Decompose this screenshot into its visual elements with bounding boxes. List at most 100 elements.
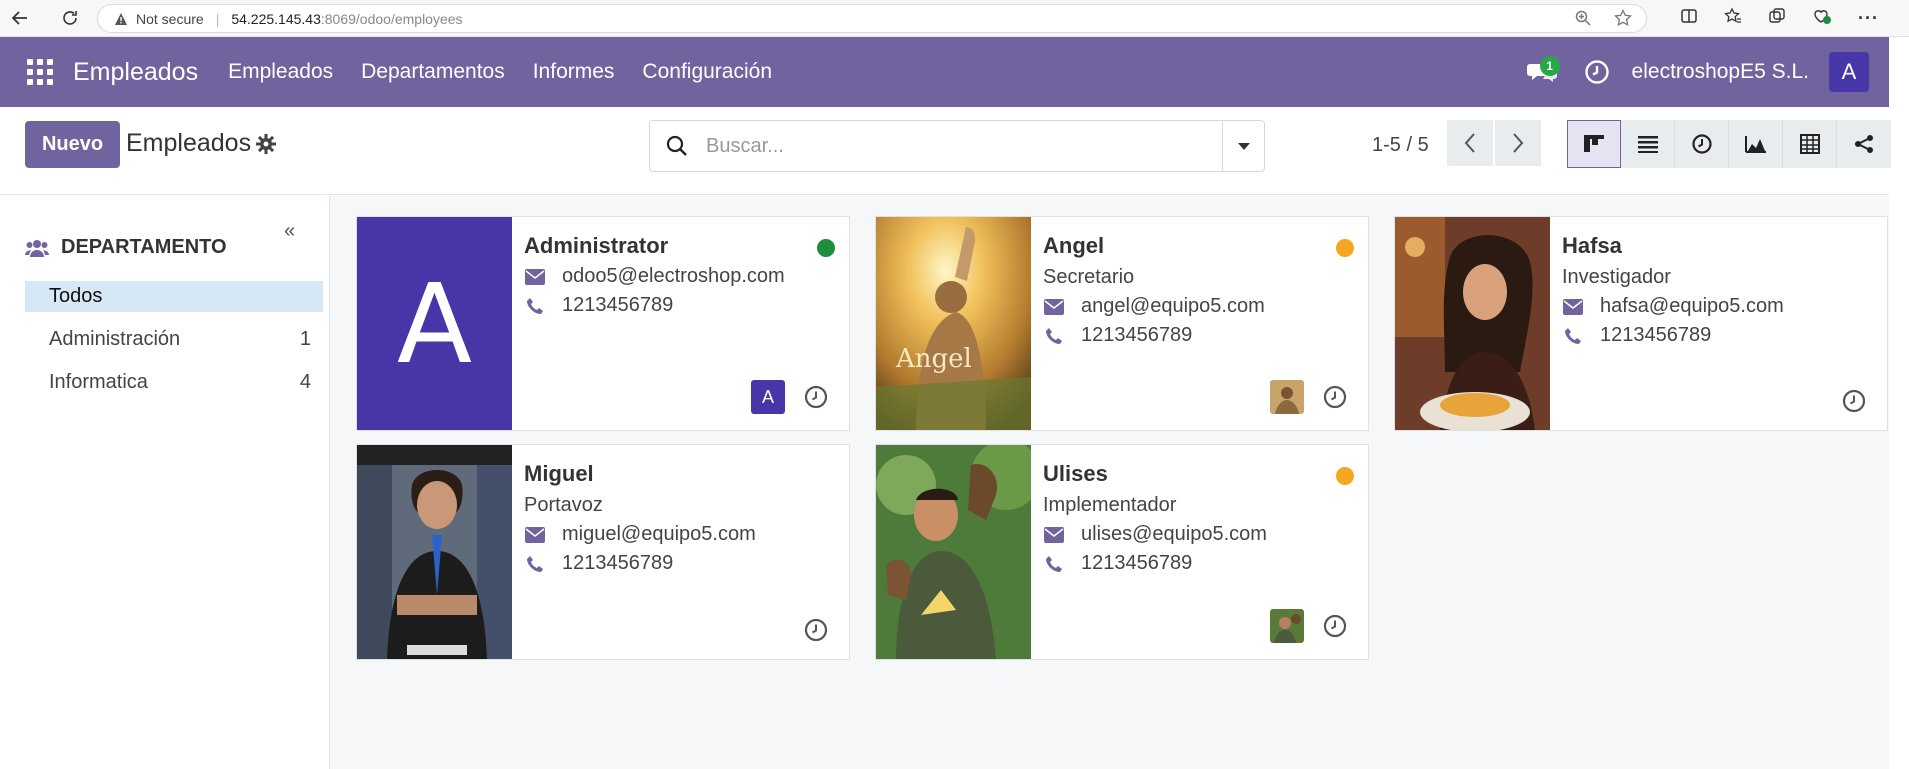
presence-status-dot: [817, 239, 835, 257]
kanban-icon: [1584, 135, 1604, 152]
not-secure-label: Not secure: [136, 10, 204, 27]
back-icon[interactable]: [0, 0, 40, 37]
activity-clock-icon[interactable]: [803, 384, 829, 410]
employee-card-administrator[interactable]: A Administrator odoo5@electroshop.com 12…: [356, 216, 850, 431]
employee-email: angel@equipo5.com: [1081, 295, 1265, 317]
employee-photo: [1395, 217, 1550, 430]
employee-card-miguel[interactable]: Miguel Portavoz miguel@equipo5.com 12134…: [356, 444, 850, 660]
department-heading: DEPARTAMENTO: [61, 236, 227, 258]
presence-status-dot: [1336, 239, 1354, 257]
activity-clock-icon[interactable]: [803, 617, 829, 643]
employee-phone: 1213456789: [1081, 324, 1193, 346]
new-button[interactable]: Nuevo: [25, 121, 120, 168]
activity-clock-icon[interactable]: [1841, 388, 1867, 414]
menu-departamentos[interactable]: Departamentos: [361, 60, 505, 84]
menu-empleados[interactable]: Empleados: [228, 60, 333, 84]
activity-clock-icon[interactable]: [1322, 613, 1348, 639]
employee-email: miguel@equipo5.com: [562, 523, 756, 545]
user-avatar[interactable]: A: [1829, 52, 1869, 92]
phone-icon: [1562, 326, 1584, 346]
department-label: Administración: [49, 328, 181, 350]
employee-job: Investigador: [1562, 266, 1671, 288]
search-options-toggle[interactable]: [1222, 121, 1264, 171]
main-content: « DEPARTAMENTO Todos Administración 1 In…: [0, 196, 1889, 769]
zoom-icon[interactable]: [1574, 9, 1592, 30]
department-label: Todos: [49, 285, 103, 307]
chevron-right-icon: [1513, 133, 1524, 153]
users-icon: [25, 239, 49, 257]
view-switcher: [1567, 120, 1891, 168]
pager-next[interactable]: [1495, 120, 1541, 166]
list-view-button[interactable]: [1621, 120, 1675, 168]
company-switcher[interactable]: electroshopE5 S.L.: [1632, 60, 1809, 84]
split-screen-icon[interactable]: [1680, 7, 1698, 30]
employee-job: Secretario: [1043, 266, 1135, 288]
employee-card-angel[interactable]: Angel Angel Secretario angel@equipo5.com…: [875, 216, 1369, 431]
control-panel: Nuevo Empleados 1-5 / 5: [0, 107, 1891, 195]
employee-phone: 1213456789: [1600, 324, 1712, 346]
manager-avatar[interactable]: A: [751, 380, 785, 414]
menu-informes[interactable]: Informes: [533, 60, 615, 84]
activity-view-button[interactable]: [1675, 120, 1729, 168]
chat-button[interactable]: 1: [1522, 52, 1562, 92]
activity-clock-icon[interactable]: [1584, 59, 1610, 85]
department-panel: « DEPARTAMENTO Todos Administración 1 In…: [0, 196, 330, 769]
app-name[interactable]: Empleados: [73, 58, 198, 87]
pivot-view-button[interactable]: [1783, 120, 1837, 168]
table-icon: [1799, 134, 1820, 154]
phone-icon: [524, 296, 546, 316]
envelope-icon: [1562, 297, 1584, 317]
pager-value[interactable]: 1-5 / 5: [1372, 134, 1429, 157]
phone-icon: [524, 554, 546, 574]
collapse-panel-icon[interactable]: «: [284, 220, 295, 243]
collections-icon[interactable]: [1768, 7, 1786, 30]
employee-card-ulises[interactable]: Ulises Implementador ulises@equipo5.com …: [875, 444, 1369, 660]
employee-email: hafsa@equipo5.com: [1600, 295, 1784, 317]
url-host: 54.225.145.43: [231, 10, 321, 27]
envelope-icon: [524, 525, 546, 545]
department-count: 1: [299, 328, 311, 350]
photo-letter: A: [396, 259, 473, 388]
manager-avatar[interactable]: [1270, 609, 1304, 643]
caret-down-icon: [1237, 143, 1250, 150]
apps-menu-icon[interactable]: [27, 59, 53, 85]
activity-clock-icon[interactable]: [1322, 384, 1348, 410]
pager-previous[interactable]: [1447, 120, 1493, 166]
more-icon[interactable]: ···: [1858, 8, 1879, 29]
envelope-icon: [1043, 525, 1065, 545]
employee-photo: A: [357, 217, 512, 430]
favorites-icon[interactable]: [1724, 7, 1742, 30]
hierarchy-view-button[interactable]: [1837, 120, 1891, 168]
page-title: Empleados: [126, 129, 252, 157]
menu-configuracion[interactable]: Configuración: [642, 60, 772, 84]
employee-name: Angel: [1043, 233, 1105, 258]
phone-icon: [1043, 326, 1065, 346]
department-item-informatica[interactable]: Informatica 4: [25, 367, 323, 398]
employee-name: Ulises: [1043, 461, 1108, 486]
employee-card-hafsa[interactable]: Hafsa Investigador hafsa@equipo5.com 121…: [1394, 216, 1888, 431]
employee-job: Implementador: [1043, 494, 1177, 516]
department-count: 4: [299, 371, 311, 393]
department-item-todos[interactable]: Todos: [25, 281, 323, 312]
employee-phone: 1213456789: [1081, 552, 1193, 574]
kanban-view-button[interactable]: [1567, 120, 1621, 168]
photo-caption: Angel: [895, 344, 972, 374]
search-input[interactable]: [706, 134, 1196, 158]
manager-avatar[interactable]: [1270, 380, 1304, 414]
department-item-administracion[interactable]: Administración 1: [25, 324, 323, 355]
gear-icon[interactable]: [255, 133, 277, 155]
employee-photo: [876, 445, 1031, 659]
extension-icon[interactable]: [1812, 7, 1832, 30]
chevron-left-icon: [1464, 133, 1475, 153]
employee-name: Administrator: [524, 233, 669, 258]
department-label: Informatica: [49, 371, 148, 393]
address-bar[interactable]: Not secure | 54.225.145.43 :8069/odoo/em…: [97, 4, 1647, 33]
graph-view-button[interactable]: [1729, 120, 1783, 168]
browser-toolbar: Not secure | 54.225.145.43 :8069/odoo/em…: [0, 0, 1909, 37]
employee-email: ulises@equipo5.com: [1081, 523, 1267, 545]
phone-icon: [1043, 554, 1065, 574]
reload-icon[interactable]: [50, 0, 90, 37]
star-icon[interactable]: [1614, 8, 1632, 30]
share-icon: [1855, 135, 1873, 153]
envelope-icon: [1043, 297, 1065, 317]
